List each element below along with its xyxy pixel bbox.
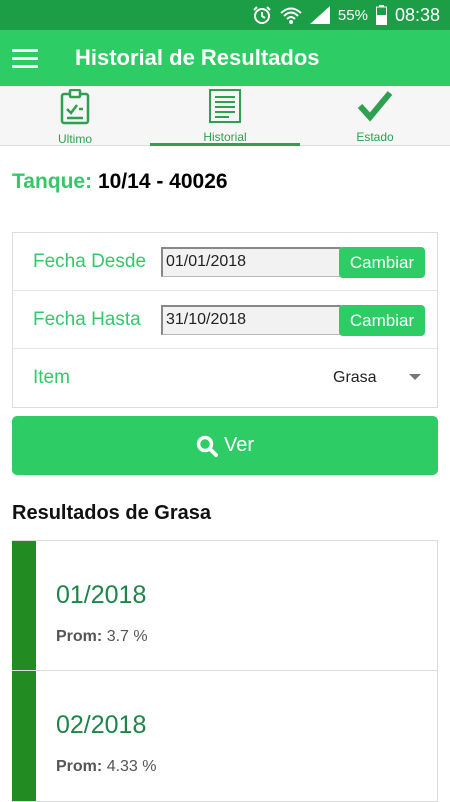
tab-estado[interactable]: Estado (300, 86, 450, 145)
item-select[interactable]: Grasa (333, 349, 433, 407)
app-bar: Historial de Resultados (0, 30, 450, 86)
tab-label-historial: Historial (203, 130, 247, 144)
filter-form: Fecha Desde 01/01/2018 Cambiar Fecha Has… (12, 232, 438, 408)
avg-label: Prom: (56, 628, 103, 645)
ver-button[interactable]: Ver (12, 416, 438, 475)
clipboard-icon (60, 88, 90, 130)
hamburger-icon (12, 44, 38, 73)
ver-button-label: Ver (223, 434, 255, 456)
fecha-desde-label: Fecha Desde (33, 250, 147, 272)
result-card[interactable]: 01/2018 Prom: 3.7 % (12, 540, 438, 671)
item-select-value: Grasa (333, 369, 377, 386)
avg-value: 3.7 % (106, 628, 148, 645)
fecha-desde-field[interactable]: 01/01/2018 (161, 247, 341, 277)
results-title: Resultados de Grasa (12, 502, 211, 524)
tab-historial[interactable]: Historial (150, 86, 300, 146)
checkmark-icon (357, 89, 393, 128)
tank-info: Tanque: 10/14 - 40026 (12, 170, 228, 194)
result-average: Prom: 4.33 % (56, 758, 157, 776)
fecha-desde-row: Fecha Desde 01/01/2018 Cambiar (13, 233, 437, 291)
tab-label-ultimo: Ultimo (57, 132, 92, 146)
alarm-icon (252, 5, 272, 25)
menu-button[interactable] (0, 30, 50, 86)
page-title: Historial de Resultados (75, 45, 320, 70)
result-date: 01/2018 (56, 581, 147, 609)
battery-icon (375, 5, 387, 25)
cambiar-hasta-button[interactable]: Cambiar (339, 305, 425, 336)
card-accent (12, 541, 36, 670)
cambiar-desde-button[interactable]: Cambiar (339, 247, 425, 278)
result-date: 02/2018 (56, 711, 147, 739)
item-row: Item Grasa (13, 349, 437, 407)
dropdown-arrow-icon (409, 374, 421, 380)
tank-value: 10/14 - 40026 (97, 170, 228, 193)
clock: 08:38 (394, 4, 440, 25)
fecha-hasta-row: Fecha Hasta 31/10/2018 Cambiar (13, 291, 437, 349)
fecha-hasta-field[interactable]: 31/10/2018 (161, 305, 341, 335)
document-list-icon (209, 89, 241, 128)
tab-ultimo[interactable]: Ultimo (0, 86, 150, 146)
results-list: 01/2018 Prom: 3.7 % 02/2018 Prom: 4.33 % (12, 540, 438, 802)
item-label: Item (33, 367, 70, 388)
search-icon (196, 435, 218, 457)
result-average: Prom: 3.7 % (56, 628, 148, 646)
status-bar: 55% 08:38 (0, 0, 450, 30)
avg-value: 4.33 % (106, 758, 157, 775)
tab-bar: Ultimo Historial Estado (0, 86, 450, 146)
signal-icon (309, 6, 330, 24)
tab-label-estado: Estado (356, 130, 394, 144)
result-card[interactable]: 02/2018 Prom: 4.33 % (12, 671, 438, 802)
tank-label: Tanque: (12, 170, 93, 193)
card-accent (12, 671, 36, 801)
battery-level: 55% (337, 6, 368, 24)
wifi-icon (280, 5, 302, 25)
fecha-hasta-label: Fecha Hasta (33, 308, 141, 330)
avg-label: Prom: (56, 758, 103, 775)
